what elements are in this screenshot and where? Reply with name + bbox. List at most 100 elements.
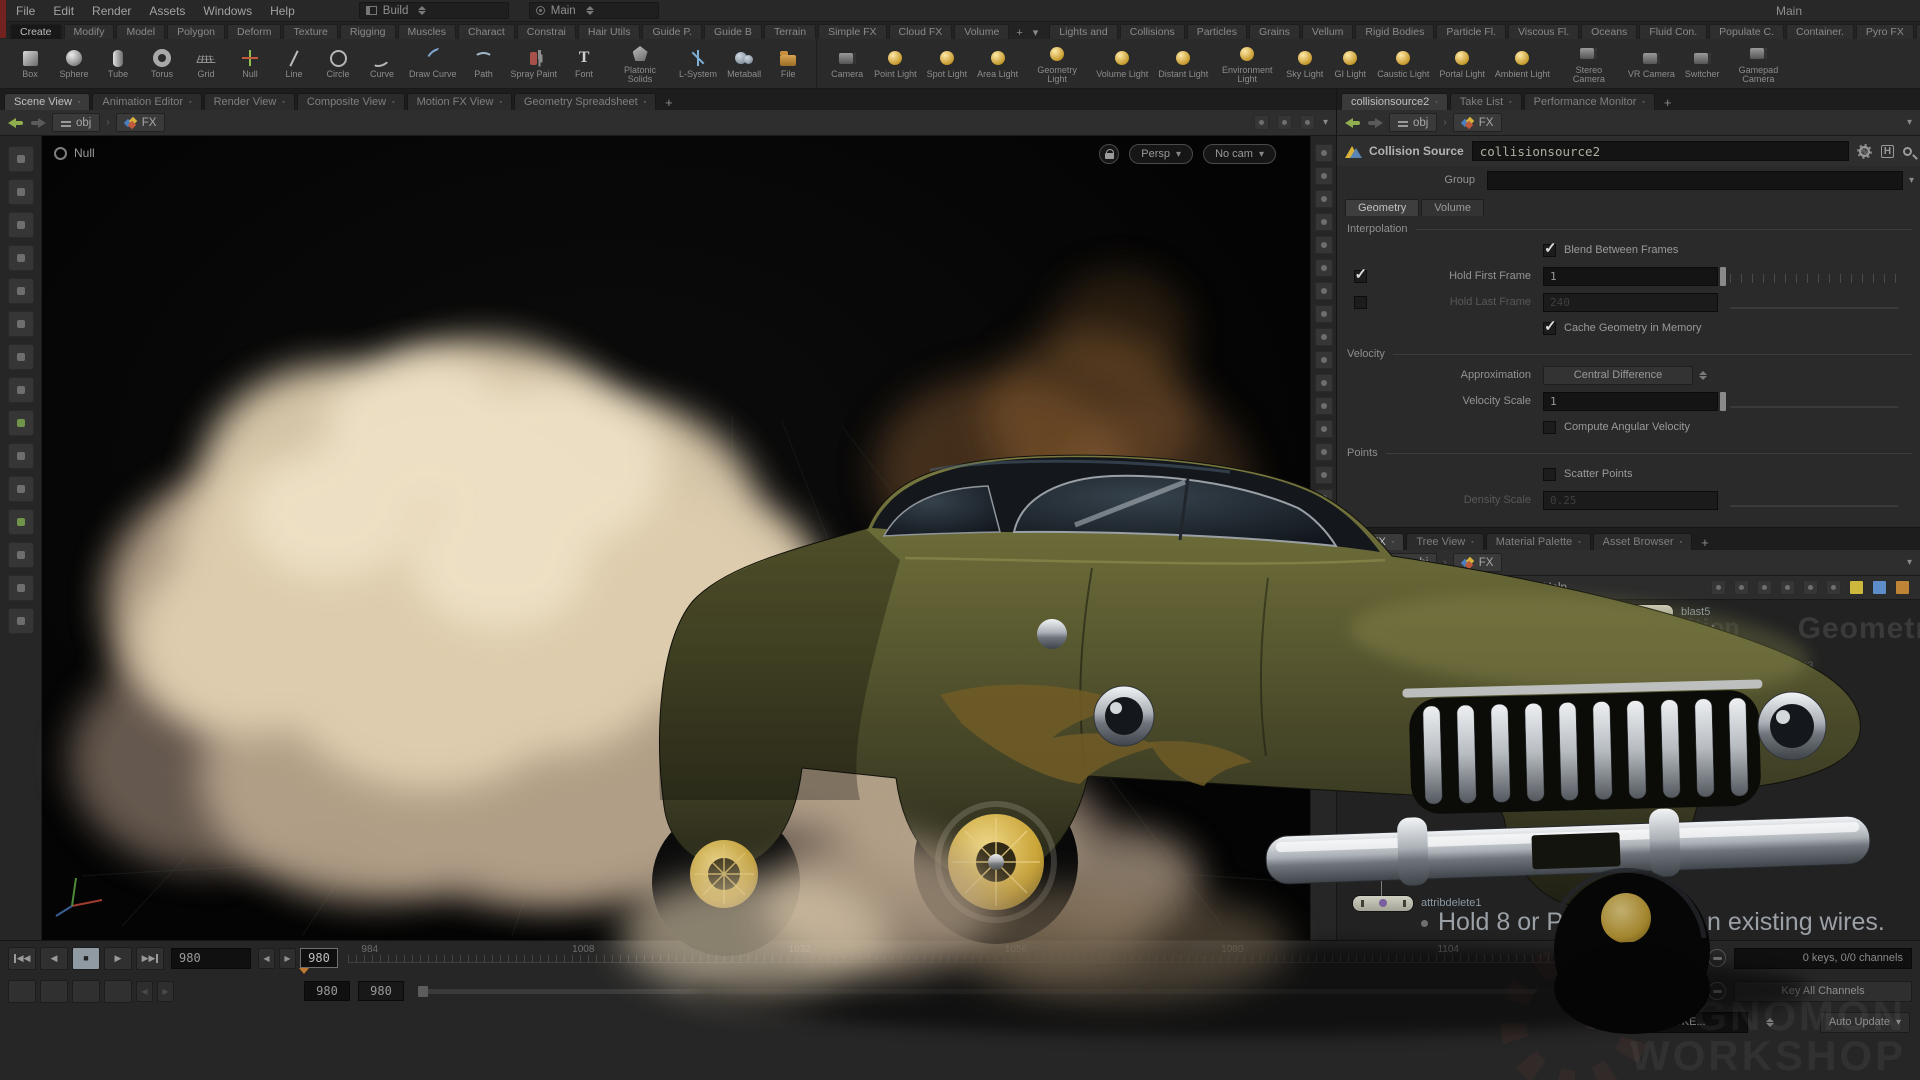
shelf-tab[interactable]: Vellum	[1302, 24, 1354, 39]
material-display-icon[interactable]	[1315, 259, 1333, 277]
hold-first-frame-toggle[interactable]	[1354, 270, 1367, 283]
range-end-input[interactable]: 1145	[1646, 981, 1692, 1001]
settings-icon[interactable]	[1315, 489, 1333, 507]
shelf-tool[interactable]: Switcher	[1680, 39, 1725, 88]
shelf-tool[interactable]: Grid	[184, 39, 228, 88]
audio-icon[interactable]	[40, 980, 68, 1003]
pane-tab[interactable]: Render View▪	[204, 93, 295, 110]
shelf-tab[interactable]: Simple FX	[818, 24, 886, 39]
step-back-button[interactable]: ◀	[258, 948, 275, 969]
pane-tab[interactable]: Material Palette▪	[1486, 533, 1591, 550]
shelf-tool[interactable]: Distant Light	[1153, 39, 1213, 88]
scale-icon[interactable]	[8, 245, 34, 271]
shelf-tool[interactable]: L-System	[674, 39, 722, 88]
hold-last-frame-toggle[interactable]	[1354, 296, 1367, 309]
shelf-tool[interactable]: Box	[8, 39, 52, 88]
shelf-tab[interactable]: Create	[10, 24, 62, 39]
main-menu-selector[interactable]: Main	[529, 2, 659, 19]
shelf-tab[interactable]: Particles	[1187, 24, 1247, 39]
shelf-tab[interactable]: Model	[116, 24, 165, 39]
pane-tab[interactable]: Take List▪	[1450, 93, 1522, 110]
wireframe-icon[interactable]	[1315, 167, 1333, 185]
flipbook-icon[interactable]	[8, 542, 34, 568]
jump-start-button[interactable]: ◀◀	[8, 947, 36, 970]
pane-tab-close-icon[interactable]: ▪	[1392, 539, 1394, 546]
velocity-scale-slider[interactable]	[1720, 392, 1902, 411]
scope-channels-icon[interactable]	[1708, 982, 1726, 1000]
menu-item[interactable]: Help	[270, 4, 295, 18]
shelf-tab[interactable]: Muscles	[398, 24, 457, 39]
path-dropdown-icon[interactable]: ▾	[1907, 557, 1912, 568]
breadcrumb-fx[interactable]: FX	[1453, 113, 1503, 132]
shelf-tool[interactable]: Platonic Solids	[606, 39, 674, 88]
timeline-ruler[interactable]: 984100810321056108011041128	[348, 944, 1688, 972]
back-button[interactable]	[1345, 557, 1361, 569]
measure-icon[interactable]	[1315, 443, 1333, 461]
loop-icon[interactable]	[72, 980, 100, 1003]
menu-item[interactable]: Assets	[149, 4, 185, 18]
network-menu-item[interactable]: View	[1412, 582, 1437, 594]
render-region-icon[interactable]	[8, 509, 34, 535]
shelf-tool[interactable]: Curve	[360, 39, 404, 88]
pane-tab-close-icon[interactable]: ▪	[499, 99, 501, 106]
param-folder-tab[interactable]: Volume	[1421, 199, 1484, 216]
shelf-tool[interactable]: Torus	[140, 39, 184, 88]
grid-view-icon[interactable]	[1780, 580, 1795, 595]
density-scale-input[interactable]: 0.25	[1543, 491, 1718, 510]
shelf-tab[interactable]: Collisions	[1120, 24, 1185, 39]
shelf-tool[interactable]: Point Light	[869, 39, 922, 88]
scatter-points-checkbox[interactable]	[1543, 468, 1556, 481]
shelf-tab[interactable]: Container.	[1786, 24, 1854, 39]
update-mode-select[interactable]: Auto Update▾	[1820, 1012, 1910, 1033]
display-options-icon[interactable]	[1315, 466, 1333, 484]
groups-icon[interactable]	[1315, 351, 1333, 369]
shelf-tab[interactable]: Constrai	[517, 24, 576, 39]
stop-button[interactable]: ■	[72, 947, 100, 970]
hold-first-frame-input[interactable]: 1	[1543, 267, 1718, 286]
hold-last-frame-input[interactable]: 240	[1543, 293, 1718, 312]
param-folder-tab[interactable]: Geometry	[1345, 199, 1419, 216]
snapshot-icon[interactable]	[1315, 420, 1333, 438]
shelf-tab[interactable]: Hair Utils	[578, 24, 641, 39]
hold-last-frame-slider[interactable]	[1720, 293, 1902, 312]
group-input[interactable]	[1487, 171, 1903, 190]
pane-tab[interactable]: Motion FX View▪	[407, 93, 512, 110]
shelf-tab[interactable]: Oceans	[1581, 24, 1637, 39]
pane-tab-close-icon[interactable]: ▪	[1578, 539, 1580, 546]
shelf-tab[interactable]: Terrain	[764, 24, 816, 39]
node-name-input[interactable]: collisionsource2	[1472, 141, 1849, 161]
shelf-tool[interactable]: Line	[272, 39, 316, 88]
network-editor[interactable]: Geometr Edition blast5 not: 0-4 vert3 at…	[1337, 600, 1920, 940]
shelf-tab[interactable]: Polygon	[167, 24, 225, 39]
wrench-icon[interactable]	[1711, 580, 1726, 595]
key-all-channels-button[interactable]: Key All Channels	[1734, 981, 1912, 1002]
add-shelf-tab-button[interactable]: +	[1011, 27, 1027, 39]
shelf-tab[interactable]: Particle Fl.	[1436, 24, 1506, 39]
cache-geometry-checkbox[interactable]	[1543, 322, 1556, 335]
camera-small-icon[interactable]	[1277, 115, 1292, 130]
keyframe-options-icon[interactable]	[8, 980, 36, 1003]
shelf-tab[interactable]: Guide P.	[642, 24, 702, 39]
compute-angular-velocity-checkbox[interactable]	[1543, 421, 1556, 434]
new-pane-tab-button[interactable]: +	[1657, 95, 1679, 110]
list-icon[interactable]	[1757, 580, 1772, 595]
pane-tab-close-icon[interactable]: ▪	[644, 99, 646, 106]
layout-grid-icon[interactable]	[1803, 580, 1818, 595]
shelf-tab[interactable]: Guide B	[704, 24, 762, 39]
node-blast5[interactable]	[1599, 605, 1673, 620]
playhead-frame-box[interactable]: 980	[300, 948, 338, 968]
scene-viewport[interactable]: Null Persp▾ No cam▾	[42, 136, 1310, 940]
edit-icon[interactable]	[8, 377, 34, 403]
points-display-icon[interactable]	[1315, 328, 1333, 346]
pane-tab-close-icon[interactable]: ▪	[1471, 539, 1473, 546]
pane-tab-close-icon[interactable]: ▪	[1680, 539, 1682, 546]
velocity-scale-input[interactable]: 1	[1543, 392, 1718, 411]
shelf-tool[interactable]: Spot Light	[922, 39, 973, 88]
next-key-button[interactable]: ▶	[157, 981, 174, 1002]
main-spinner[interactable]	[586, 6, 594, 15]
shelf-tab[interactable]: Volume	[954, 24, 1009, 39]
rotate-icon[interactable]	[8, 212, 34, 238]
pose-icon[interactable]	[8, 278, 34, 304]
lock-icon[interactable]	[1099, 144, 1119, 164]
shelf-tool[interactable]: Metaball	[722, 39, 766, 88]
